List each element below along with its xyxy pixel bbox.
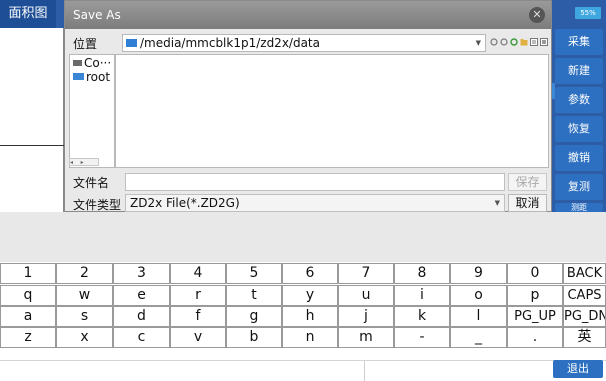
key-n[interactable]: n [282, 327, 338, 348]
key-3[interactable]: 3 [113, 263, 170, 284]
key-h[interactable]: h [282, 306, 338, 327]
save-as-dialog: Save As ✕ 位置 /media/mmcblk1p1/zd2x/data … [64, 0, 552, 212]
key-caps[interactable]: CAPS [563, 285, 606, 306]
folder-icon [73, 73, 84, 80]
tree-item-root[interactable]: root [73, 70, 110, 84]
forward-icon[interactable] [500, 38, 508, 46]
key-t[interactable]: t [226, 285, 282, 306]
key-8[interactable]: 8 [394, 263, 450, 284]
key-a[interactable]: a [0, 306, 56, 327]
params-button[interactable]: 参数 [555, 87, 603, 113]
key-7[interactable]: 7 [338, 263, 394, 284]
key-s[interactable]: s [56, 306, 113, 327]
key-f[interactable]: f [170, 306, 226, 327]
key-x[interactable]: x [56, 327, 113, 348]
keyboard-header [0, 212, 606, 262]
undo-button[interactable]: 撤销 [555, 145, 603, 171]
key-r[interactable]: r [170, 285, 226, 306]
key-0[interactable]: 0 [507, 263, 563, 284]
key-l[interactable]: l [450, 306, 507, 327]
folder-icon [126, 39, 137, 47]
location-label: 位置 [73, 37, 98, 51]
key-m[interactable]: m [338, 327, 394, 348]
key-z[interactable]: z [0, 327, 56, 348]
list-view-icon[interactable] [530, 38, 538, 46]
key-back[interactable]: BACK [563, 263, 606, 284]
left-panel [0, 28, 64, 212]
sidebar-tree[interactable]: Co··· root [69, 54, 115, 168]
key-o[interactable]: o [450, 285, 507, 306]
cancel-button[interactable]: 取消 [508, 194, 547, 212]
key-e[interactable]: e [113, 285, 170, 306]
location-combobox[interactable]: /media/mmcblk1p1/zd2x/data ▼ [122, 34, 486, 52]
key-2[interactable]: 2 [56, 263, 113, 284]
dialog-title: Save As [73, 8, 121, 22]
collect-button[interactable]: 采集 [555, 29, 603, 55]
key-v[interactable]: v [170, 327, 226, 348]
filetype-select[interactable]: ZD2x File(*.ZD2G) ▼ [125, 194, 505, 212]
key-5[interactable]: 5 [226, 263, 282, 284]
key-d[interactable]: d [113, 306, 170, 327]
dialog-titlebar: Save As ✕ [65, 1, 551, 29]
key-pgunderscoreup[interactable]: PG_UP [507, 306, 563, 327]
battery-indicator: 55% [575, 7, 601, 19]
close-icon[interactable]: ✕ [529, 7, 545, 23]
location-path: /media/mmcblk1p1/zd2x/data [140, 36, 320, 50]
filename-input[interactable] [125, 173, 505, 191]
parent-dir-icon[interactable] [510, 38, 518, 46]
key-period[interactable]: . [507, 327, 563, 348]
app-title: 面积图 [0, 0, 56, 28]
key-y[interactable]: y [282, 285, 338, 306]
key-q[interactable]: q [0, 285, 56, 306]
chevron-down-icon: ▼ [494, 199, 500, 207]
key-w[interactable]: w [56, 285, 113, 306]
key-g[interactable]: g [226, 306, 282, 327]
key-j[interactable]: j [338, 306, 394, 327]
filetype-value: ZD2x File(*.ZD2G) [130, 196, 240, 210]
divider [364, 361, 365, 381]
key-英[interactable]: 英 [563, 327, 606, 348]
horizontal-scrollbar[interactable]: ◂ ▸ [69, 158, 99, 166]
new-folder-icon[interactable] [520, 38, 528, 46]
tree-item-computer[interactable]: Co··· [73, 56, 111, 70]
chevron-down-icon: ▼ [475, 39, 481, 47]
key-pgunderscoredn[interactable]: PG_DN [563, 306, 606, 327]
key-k[interactable]: k [394, 306, 450, 327]
retest-button[interactable]: 复测 [555, 174, 603, 200]
key-u[interactable]: u [338, 285, 394, 306]
key-1[interactable]: 1 [0, 263, 56, 284]
key-p[interactable]: p [507, 285, 563, 306]
computer-icon [73, 60, 82, 66]
new-button[interactable]: 新建 [555, 58, 603, 84]
file-list[interactable] [115, 54, 549, 168]
filetype-label: 文件类型 [73, 198, 122, 212]
key-underscore[interactable]: _ [450, 327, 507, 348]
key-9[interactable]: 9 [450, 263, 507, 284]
divider [0, 145, 64, 146]
save-button[interactable]: 保存 [508, 173, 547, 191]
back-icon[interactable] [490, 38, 498, 46]
key-6[interactable]: 6 [282, 263, 338, 284]
range-button[interactable]: 测距 [555, 203, 603, 212]
key-minus[interactable]: - [394, 327, 450, 348]
key-c[interactable]: c [113, 327, 170, 348]
exit-button[interactable]: 退出 [553, 360, 603, 378]
filename-label: 文件名 [73, 176, 110, 190]
key-4[interactable]: 4 [170, 263, 226, 284]
detail-view-icon[interactable] [540, 38, 548, 46]
bottom-bar [0, 360, 606, 381]
key-b[interactable]: b [226, 327, 282, 348]
key-i[interactable]: i [394, 285, 450, 306]
restore-button[interactable]: 恢复 [555, 116, 603, 142]
